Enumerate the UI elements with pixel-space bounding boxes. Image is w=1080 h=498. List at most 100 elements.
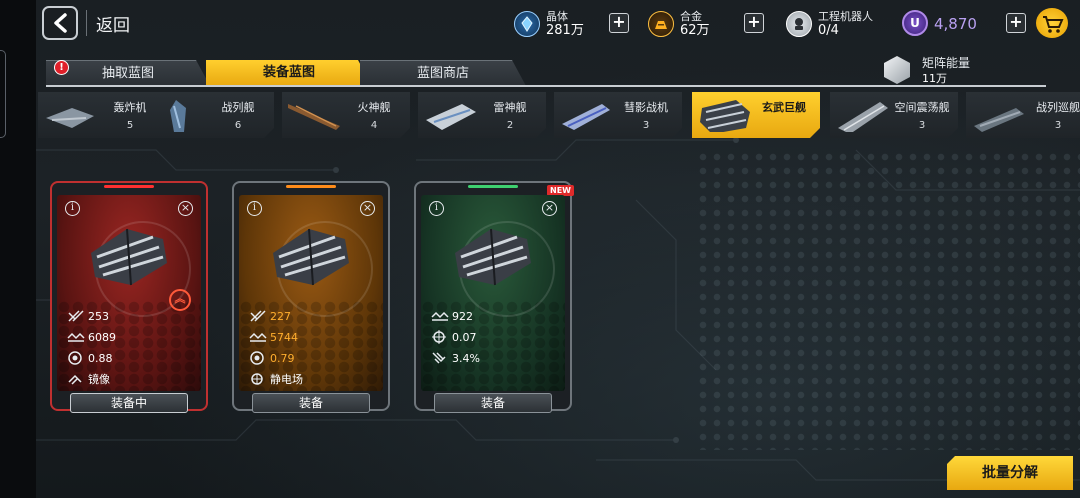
stat-shield: 0.79: [249, 350, 295, 366]
device-edge: [0, 0, 36, 498]
info-icon[interactable]: i: [247, 201, 262, 216]
ship-image: [273, 228, 349, 286]
add-premium-button[interactable]: +: [1006, 13, 1026, 33]
category-name: 战列舰: [221, 101, 255, 114]
skill-icon: [68, 374, 82, 385]
top-bar: 返回 晶体 281万 + 合金 62万 + 工程机器人 0/4 U 4,870 …: [36, 0, 1080, 48]
category-count: 3: [642, 120, 650, 131]
armor-icon: [249, 332, 267, 342]
stat-value: 静电场: [270, 373, 303, 386]
attack-icon: [68, 310, 84, 322]
add-crystal-button[interactable]: +: [609, 13, 629, 33]
category-count: 6: [234, 120, 242, 131]
matrix-energy-name: 矩阵能量: [922, 56, 971, 70]
matrix-energy-value: 11万: [922, 72, 947, 85]
premium-currency-icon: U: [902, 10, 928, 36]
category-battleship[interactable]: 战列舰 6: [146, 92, 274, 138]
stat-skill: 镜像: [67, 371, 110, 387]
category-name: 玄武巨舰: [762, 101, 806, 114]
alert-badge: !: [54, 60, 69, 75]
premium-currency-value: 4,870: [934, 15, 977, 33]
category-count: 2: [506, 120, 514, 131]
ship-image: [455, 228, 531, 286]
category-name: 火神舰: [357, 101, 391, 114]
equip-button[interactable]: 装备: [434, 393, 552, 413]
category-name: 彗影战机: [624, 101, 668, 114]
stat-value: 922: [452, 309, 473, 323]
close-icon[interactable]: ×: [542, 201, 557, 216]
stat-value: 0.79: [270, 351, 295, 365]
category-count: 4: [370, 120, 378, 131]
category-count: 3: [1054, 120, 1062, 131]
ship-thumb-icon: [42, 98, 98, 132]
tab-label: 抽取蓝图: [101, 66, 154, 81]
stat-value: 0.88: [88, 351, 113, 365]
stat-attack: 253: [67, 308, 109, 324]
shield-icon: [68, 351, 82, 365]
ship-thumb-icon: [696, 98, 752, 132]
robot-icon: [786, 11, 812, 37]
divider: [86, 10, 87, 36]
crystal-icon: [514, 11, 540, 37]
resource-value: 0/4: [818, 23, 839, 38]
batch-dismantle-button[interactable]: 批量分解: [947, 456, 1073, 490]
stat-damage: 3.4%: [431, 350, 480, 366]
back-label[interactable]: 返回: [96, 11, 130, 36]
rarity-bar: [104, 185, 154, 188]
stat-value: 0.07: [452, 330, 477, 344]
tab-label: 蓝图商店: [416, 66, 469, 81]
resource-robot: 工程机器人 0/4: [786, 8, 873, 40]
rank-icon: ︽: [169, 289, 191, 311]
category-xuanwu-giant[interactable]: 玄武巨舰: [692, 92, 820, 138]
stat-armor: 5744: [249, 329, 298, 345]
equip-button[interactable]: 装备: [252, 393, 370, 413]
category-battlecruiser[interactable]: 战列巡舰 3: [966, 92, 1080, 138]
rarity-bar: [286, 185, 336, 188]
blueprint-card[interactable]: i × 227 5744 0.79 静电场 装备: [232, 181, 390, 413]
add-alloy-button[interactable]: +: [744, 13, 764, 33]
resource-value: 281万: [546, 23, 584, 38]
category-comet-fighter[interactable]: 彗影战机 3: [554, 92, 682, 138]
stat-value: 6089: [88, 330, 116, 344]
stat-value: 镜像: [88, 373, 110, 386]
stat-value: 253: [88, 309, 109, 323]
stat-accuracy: 0.07: [431, 329, 477, 345]
category-name: 雷神舰: [493, 101, 527, 114]
resource-name: 晶体: [546, 10, 568, 23]
category-vulcan[interactable]: 火神舰 4: [282, 92, 410, 138]
equipped-button[interactable]: 装备中: [70, 393, 188, 413]
armor-icon: [67, 332, 85, 342]
damage-icon: [432, 352, 446, 364]
info-icon[interactable]: i: [429, 201, 444, 216]
stat-value: 3.4%: [452, 351, 480, 365]
tab-blueprint-shop[interactable]: 蓝图商店: [360, 60, 526, 86]
resource-name: 合金: [680, 10, 702, 23]
close-icon[interactable]: ×: [360, 201, 375, 216]
ship-thumb-icon: [422, 98, 478, 132]
info-icon[interactable]: i: [65, 201, 80, 216]
category-space-quake[interactable]: 空间震荡舰 3: [830, 92, 958, 138]
stat-shield: 0.88: [67, 350, 113, 366]
cart-icon[interactable]: [1036, 8, 1068, 38]
category-name: 战列巡舰: [1036, 101, 1080, 114]
blueprint-card[interactable]: i × ︽ 253 6089 0.88 镜像 装备中: [50, 181, 208, 413]
ship-thumb-icon: [970, 98, 1026, 132]
rarity-bar: [468, 185, 518, 188]
ship-thumb-icon: [150, 98, 206, 132]
category-name: 空间震荡舰: [894, 101, 950, 114]
ship-image: [91, 228, 167, 286]
tab-equip-blueprint[interactable]: 装备蓝图: [206, 60, 372, 86]
skill-icon: [251, 373, 263, 385]
matrix-cube-icon: [884, 56, 910, 84]
back-button[interactable]: [42, 6, 78, 40]
ship-thumb-icon: [286, 98, 342, 132]
category-thor[interactable]: 雷神舰 2: [418, 92, 546, 138]
ship-category-strip: 轰炸机 5 战列舰 6 火神舰 4 雷神舰 2 彗影战机 3 玄武巨舰 空间震荡…: [36, 92, 1080, 140]
close-icon[interactable]: ×: [178, 201, 193, 216]
blueprint-card[interactable]: NEW i × 922 0.07 3.4% 装备: [414, 181, 574, 413]
tab-label: 装备蓝图: [262, 65, 315, 80]
tab-draw-blueprint[interactable]: 抽取蓝图: [46, 60, 210, 86]
ship-thumb-icon: [834, 98, 890, 132]
stat-value: 227: [270, 309, 291, 323]
resource-alloy: 合金 62万: [648, 8, 710, 40]
